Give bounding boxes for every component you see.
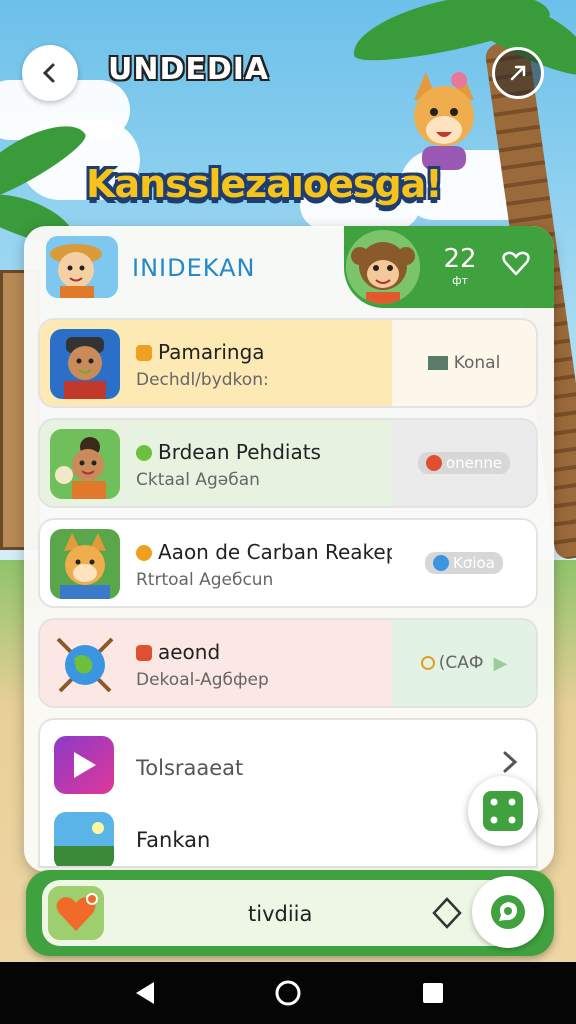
- play-icon: [54, 736, 114, 794]
- main-panel: INIDEKAN 22 фт Pamaringa Dechdl/bydkon: …: [24, 226, 554, 872]
- diamond-button[interactable]: [430, 896, 464, 930]
- score-count: 22: [443, 244, 477, 274]
- boy-avatar-illustration: [50, 329, 120, 399]
- list-item-title: Brdean Pehdiats: [136, 440, 321, 464]
- list-item-action-label: Konal: [453, 353, 501, 373]
- landscape-app-icon: [54, 812, 114, 866]
- nav-recents-button[interactable]: [418, 978, 448, 1008]
- status-badge-label: Kσioa: [453, 554, 495, 572]
- list-item-name: Aaon de Carban Reakep: [158, 540, 399, 564]
- status-badge-label: onenne: [445, 454, 503, 472]
- avatar[interactable]: [46, 236, 118, 298]
- list-item-subtitle: Dechdl/bydkon:: [136, 370, 269, 390]
- fox-avatar-illustration: [50, 529, 120, 599]
- menu-item-label: Tolsraaeat: [136, 756, 244, 780]
- list-item-name: aeond: [158, 640, 221, 664]
- top-bar: UNDEDIA Kansslezaıoesga!: [0, 0, 576, 230]
- list-item-title: Pamaringa: [136, 340, 265, 364]
- list-item-action[interactable]: (САФ ▶: [392, 620, 536, 706]
- panel-header: INIDEKAN 22 фт: [24, 226, 554, 308]
- list-item[interactable]: aeond Dekoal-Agбфер (САФ ▶: [38, 618, 538, 708]
- banner-headline: Kansslezaıoesga!: [86, 162, 443, 206]
- panel-title: INIDEKAN: [132, 254, 256, 282]
- list-item-subtitle: Rtrtoal Agебсun: [136, 570, 274, 590]
- circle-home-icon: [275, 980, 301, 1006]
- heart-outline-icon: [502, 251, 530, 276]
- category-badge-icon: [136, 545, 152, 561]
- list-item-subtitle: Dekoal-Agбфер: [136, 670, 269, 690]
- dice-button[interactable]: [468, 776, 538, 846]
- nav-home-button[interactable]: [273, 978, 303, 1008]
- chat-icon: [491, 895, 525, 929]
- folder-icon: [427, 356, 448, 370]
- clock-icon: [420, 656, 435, 670]
- square-recents-icon: [423, 983, 443, 1003]
- favorite-button[interactable]: [498, 248, 534, 284]
- status-dot-icon: [425, 455, 442, 471]
- list-item[interactable]: Pamaringa Dechdl/bydkon: Konal: [38, 318, 538, 408]
- list-item-title: Aaon de Carban Reakep: [136, 540, 398, 564]
- share-button[interactable]: [492, 47, 544, 99]
- list-item-action[interactable]: onenne: [392, 420, 536, 506]
- menu-item[interactable]: Fankan: [40, 806, 536, 866]
- heart-button[interactable]: [48, 886, 104, 940]
- list-item-thumbnail: [50, 629, 120, 699]
- bottom-action-bar: tivdiia: [26, 870, 554, 956]
- list-item-action-label: (САФ: [438, 653, 484, 673]
- landscape-icon: [54, 812, 114, 866]
- system-navigation-bar: [0, 962, 576, 1024]
- monkey-illustration: [346, 230, 420, 304]
- menu-list: Tolsraaeat Fankan: [38, 718, 538, 868]
- menu-item[interactable]: Tolsraaeat: [40, 730, 536, 800]
- chat-button[interactable]: [472, 876, 544, 948]
- explorer-avatar-illustration: [46, 236, 118, 298]
- monkey-mascot-avatar: [346, 230, 420, 304]
- list-item-name: Pamaringa: [158, 340, 265, 364]
- globe-illustration: [50, 629, 120, 699]
- girl-avatar-illustration: [50, 429, 120, 499]
- video-app-icon: [54, 736, 114, 794]
- list-item-name: Brdean Pehdiats: [158, 440, 321, 464]
- list-item-action[interactable]: Konal: [392, 320, 536, 406]
- score-count-unit: фт: [452, 274, 468, 287]
- list-item-thumbnail: [50, 529, 120, 599]
- status-badge: Kσioa: [425, 552, 503, 574]
- list-item-title: aeond: [136, 640, 220, 664]
- category-badge-icon: [136, 645, 152, 661]
- list-item[interactable]: Aaon de Carban Reakep Rtrtoal Agебсun Kσ…: [38, 518, 538, 608]
- list-item-thumbnail: [50, 329, 120, 399]
- bottom-bar-label: tivdiia: [248, 902, 313, 926]
- chevron-left-icon: [42, 63, 55, 83]
- triangle-back-icon: [136, 982, 154, 1004]
- list-item[interactable]: Brdean Pehdiats Cktaal Agəбаn onenne: [38, 418, 538, 508]
- list-item-thumbnail: [50, 429, 120, 499]
- fox-mascot-illustration: [414, 72, 474, 170]
- menu-item-label: Fankan: [136, 828, 211, 852]
- status-dot-icon: [433, 555, 450, 571]
- list-item-action[interactable]: Kσioa: [392, 520, 536, 606]
- category-badge-icon: [136, 445, 152, 461]
- diamond-icon: [432, 897, 462, 929]
- nav-back-button[interactable]: [130, 978, 160, 1008]
- category-badge-icon: [136, 345, 152, 361]
- dice-icon: [483, 791, 523, 831]
- status-badge: onenne: [417, 452, 511, 474]
- back-button[interactable]: [22, 45, 78, 101]
- list-item-subtitle: Cktaal Agəбаn: [136, 470, 260, 490]
- play-icon: ▶: [493, 652, 508, 674]
- share-icon: [510, 65, 526, 81]
- heart-icon: [56, 893, 98, 931]
- app-title: UNDEDIA: [108, 52, 270, 87]
